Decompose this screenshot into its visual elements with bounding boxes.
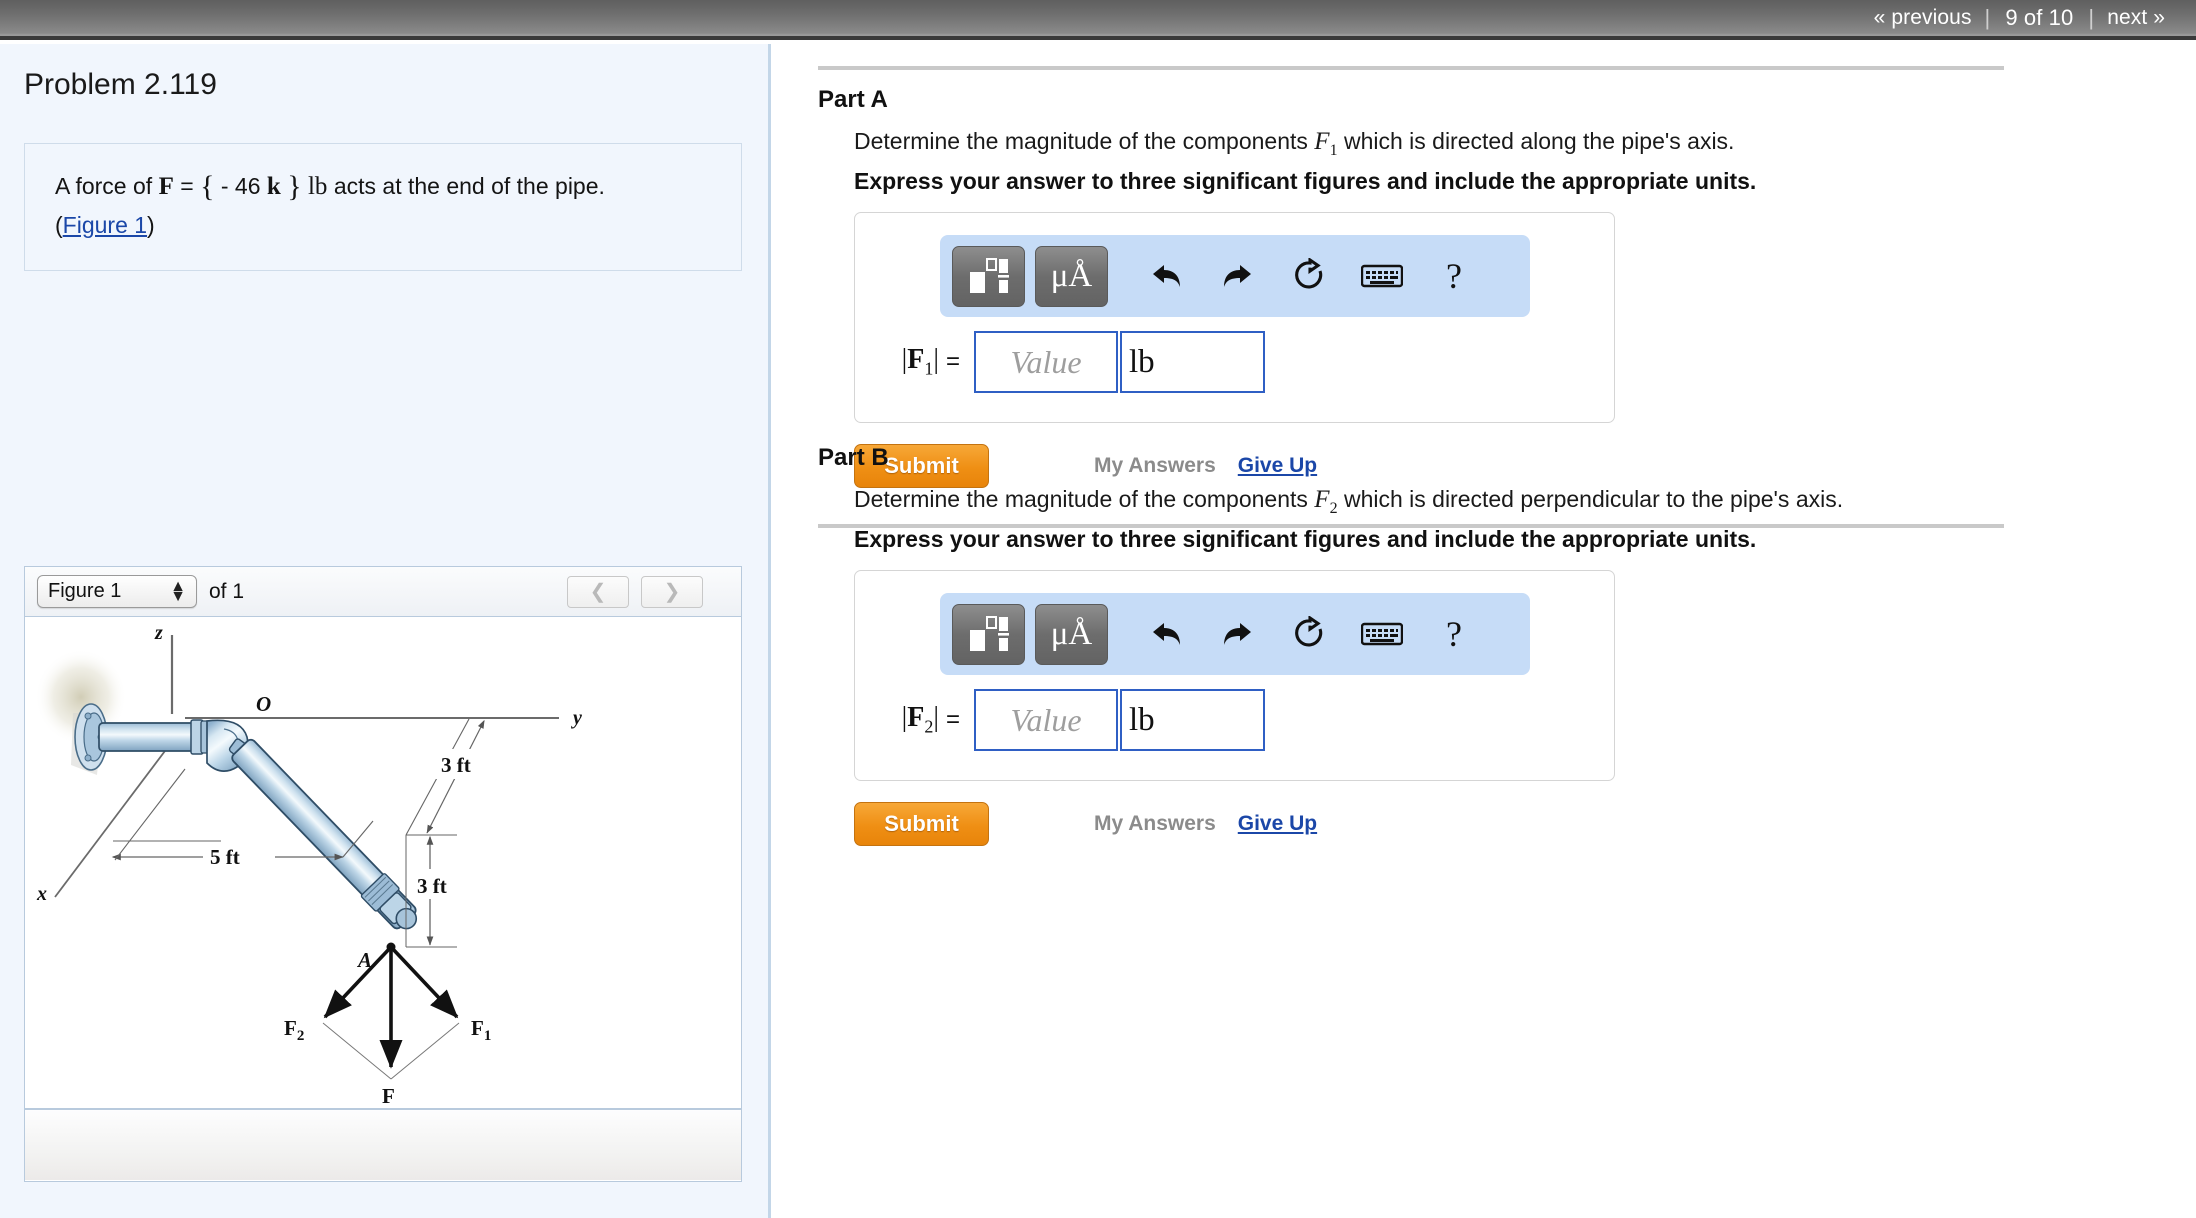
part-a-answer-box: μÅ ? |F1| = Value lb — [854, 212, 1615, 423]
undo-arrow-icon[interactable] — [1134, 246, 1198, 307]
reset-circular-arrow-icon[interactable] — [1278, 246, 1342, 307]
part-b-unit-value: lb — [1129, 701, 1155, 738]
part-a-heading: Part A — [818, 86, 888, 113]
part-a-divider — [818, 66, 2004, 70]
svg-text:F1: F1 — [471, 1016, 491, 1044]
part-a-give-up-link[interactable]: Give Up — [1238, 454, 1317, 478]
part-b-question-pre: Determine the magnitude of the component… — [854, 486, 1308, 512]
math-template-icon[interactable] — [952, 245, 1025, 307]
part-b-value-placeholder: Value — [1010, 701, 1082, 738]
part-b-give-up-link[interactable]: Give Up — [1238, 812, 1317, 836]
part-a-question: Determine the magnitude of the component… — [854, 128, 1734, 160]
part-b-math-toolbar: μÅ ? — [940, 593, 1530, 675]
figure-select-value: Figure 1 — [48, 580, 122, 602]
math-template-icon[interactable] — [952, 603, 1025, 665]
part-b-value-input[interactable]: Value — [974, 689, 1119, 751]
figure-footer-bar — [25, 1108, 741, 1180]
figure-viewer: Figure 1 ▲ ▼ of 1 ❮ ❯ z y x O A 5 ft 3 f… — [24, 566, 742, 1182]
page-title: Problem 2.119 — [24, 68, 217, 101]
chevron-right-icon: ❯ — [663, 581, 681, 603]
part-b-submit-row: Submit My Answers Give Up — [854, 802, 1317, 846]
part-b-my-answers-link[interactable]: My Answers — [1094, 812, 1216, 836]
part-a-value-input[interactable]: Value — [974, 331, 1119, 393]
svg-text:3 ft: 3 ft — [441, 753, 471, 777]
statement-vector-F: F — [158, 173, 174, 200]
svg-text:y: y — [571, 707, 582, 729]
statement-lead: A force of — [55, 173, 153, 199]
part-b-question-post: which is directed perpendicular to the p… — [1343, 486, 1844, 512]
svg-text:F2: F2 — [284, 1016, 304, 1044]
statement-units: lb — [307, 173, 328, 200]
part-b-answer-label: |F2| — [901, 702, 939, 737]
part-b-instruction: Express your answer to three significant… — [854, 526, 1757, 552]
redo-arrow-icon[interactable] — [1206, 246, 1270, 307]
micro-angstrom-units-icon[interactable]: μÅ — [1035, 245, 1108, 307]
part-a-submit-row: Submit My Answers Give Up — [854, 444, 1317, 488]
part-a-question-post: which is directed along the pipe's axis. — [1343, 128, 1735, 154]
help-icon[interactable]: ? — [1422, 246, 1486, 307]
statement-tail: acts at the end of the pipe. — [333, 173, 605, 199]
svg-text:x: x — [36, 883, 47, 905]
part-a-question-pre: Determine the magnitude of the component… — [854, 128, 1308, 154]
problem-statement-text: A force of F = { - 46 k } lb acts at the… — [25, 144, 741, 241]
part-b-symbol: F2 — [1314, 486, 1338, 517]
part-b-answer-row: |F2| = Value lb — [877, 689, 1266, 751]
part-a-equals-sign: = — [946, 348, 961, 375]
figure-1-link[interactable]: Figure 1 — [63, 212, 147, 238]
undo-arrow-icon[interactable] — [1134, 604, 1198, 665]
part-a-my-answers-link[interactable]: My Answers — [1094, 454, 1216, 478]
part-a-instruction: Express your answer to three significant… — [854, 168, 1757, 194]
answer-panel: Part A Determine the magnitude of the co… — [774, 44, 2196, 1218]
svg-text:3 ft: 3 ft — [417, 874, 447, 898]
keyboard-icon[interactable] — [1350, 604, 1414, 665]
part-a-answer-label: |F1| — [901, 344, 939, 379]
svg-text:z: z — [154, 622, 163, 644]
svg-text:O: O — [256, 692, 271, 716]
reset-circular-arrow-icon[interactable] — [1278, 604, 1342, 665]
part-b-submit-button[interactable]: Submit — [854, 802, 989, 846]
statement-equals: = — [180, 173, 194, 199]
figure-prev-button[interactable]: ❮ — [567, 575, 629, 608]
figure-count-label: of 1 — [209, 579, 245, 603]
part-b-unit-input[interactable]: lb — [1120, 689, 1266, 751]
paren-close: ) — [147, 211, 155, 238]
chevron-left-icon: ❮ — [589, 581, 607, 603]
statement-open-brace: { — [200, 170, 215, 203]
part-b-answer-box: μÅ ? |F2| = Value lb — [854, 570, 1615, 781]
svg-text:5 ft: 5 ft — [210, 845, 240, 869]
problem-statement-box: A force of F = { - 46 k } lb acts at the… — [24, 143, 742, 271]
redo-arrow-icon[interactable] — [1206, 604, 1270, 665]
problem-sidebar: Problem 2.119 A force of F = { - 46 k } … — [0, 44, 771, 1218]
page-counter: 9 of 10 — [2005, 5, 2074, 30]
figure-toolbar: Figure 1 ▲ ▼ of 1 ❮ ❯ — [25, 567, 741, 617]
part-a-math-toolbar: μÅ ? — [940, 235, 1530, 317]
figure-select[interactable]: Figure 1 ▲ ▼ — [37, 575, 197, 608]
previous-link[interactable]: « previous — [1861, 6, 1985, 30]
paren-open: ( — [55, 211, 63, 238]
statement-value: - 46 — [220, 173, 261, 199]
statement-close-brace: } — [287, 170, 302, 203]
micro-angstrom-units-icon[interactable]: μÅ — [1035, 603, 1108, 665]
part-a-unit-input[interactable]: lb — [1120, 331, 1266, 393]
figure-image: z y x O A 5 ft 3 ft 3 ft F2 F1 F — [25, 617, 741, 1108]
figure-next-button[interactable]: ❯ — [641, 575, 703, 608]
part-a-unit-value: lb — [1129, 343, 1155, 380]
part-b-question: Determine the magnitude of the component… — [854, 486, 1843, 518]
part-b-heading: Part B — [818, 444, 889, 471]
svg-text:F: F — [382, 1084, 395, 1108]
assignment-pager: « previous | 9 of 10 | next » — [1861, 5, 2196, 31]
part-a-value-placeholder: Value — [1010, 343, 1082, 380]
keyboard-icon[interactable] — [1350, 246, 1414, 307]
part-a-symbol: F1 — [1314, 128, 1338, 159]
select-stepper-icon: ▲ ▼ — [170, 577, 186, 605]
next-link[interactable]: next » — [2094, 6, 2178, 30]
pipe-force-diagram: z y x O A 5 ft 3 ft 3 ft F2 F1 F — [35, 622, 582, 1108]
statement-unit-vector-k: k — [266, 173, 281, 200]
top-navigation-bar: « previous | 9 of 10 | next » — [0, 0, 2196, 40]
part-a-answer-row: |F1| = Value lb — [877, 331, 1266, 393]
help-icon[interactable]: ? — [1422, 604, 1486, 665]
part-b-equals-sign: = — [946, 706, 961, 733]
